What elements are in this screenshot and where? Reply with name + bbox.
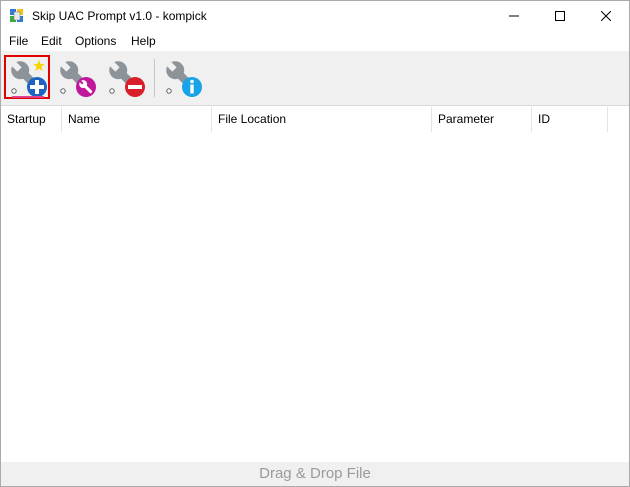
- window-title: Skip UAC Prompt v1.0 - kompick: [32, 9, 207, 23]
- close-icon: [601, 11, 611, 21]
- maximize-button[interactable]: [537, 1, 583, 31]
- menu-help[interactable]: Help: [131, 34, 156, 48]
- app-icon: [10, 9, 23, 22]
- drop-zone[interactable]: Drag & Drop File: [1, 462, 629, 486]
- about-button[interactable]: [159, 55, 207, 101]
- title-bar[interactable]: Skip UAC Prompt v1.0 - kompick: [1, 1, 629, 31]
- maximize-icon: [555, 11, 565, 21]
- wrench-edit-icon: [60, 61, 96, 97]
- wrench-info-icon: [166, 61, 202, 97]
- add-entry-button[interactable]: [4, 55, 52, 101]
- edit-entry-button[interactable]: [53, 55, 101, 101]
- column-header-id[interactable]: ID: [532, 107, 608, 132]
- menu-edit[interactable]: Edit: [41, 34, 62, 48]
- minimize-icon: [509, 15, 519, 17]
- selection-underline: [12, 96, 44, 98]
- column-header-file-location[interactable]: File Location: [212, 107, 432, 132]
- column-header-parameter[interactable]: Parameter: [432, 107, 532, 132]
- drop-hint-text: Drag & Drop File: [259, 465, 371, 482]
- list-header: Startup Name File Location Parameter ID: [1, 107, 629, 132]
- wrench-remove-icon: [109, 61, 145, 97]
- column-header-startup[interactable]: Startup: [1, 107, 62, 132]
- entry-list[interactable]: [1, 132, 629, 462]
- wrench-add-icon: [11, 60, 47, 97]
- column-header-name[interactable]: Name: [62, 107, 212, 132]
- minimize-button[interactable]: [491, 1, 537, 31]
- menu-bar: File Edit Options Help: [1, 31, 629, 51]
- app-window: Skip UAC Prompt v1.0 - kompick File Edit…: [0, 0, 630, 487]
- menu-file[interactable]: File: [9, 34, 28, 48]
- toolbar: [1, 51, 629, 106]
- menu-options[interactable]: Options: [75, 34, 116, 48]
- remove-entry-button[interactable]: [102, 55, 150, 101]
- toolbar-separator: [154, 59, 155, 97]
- close-button[interactable]: [583, 1, 629, 31]
